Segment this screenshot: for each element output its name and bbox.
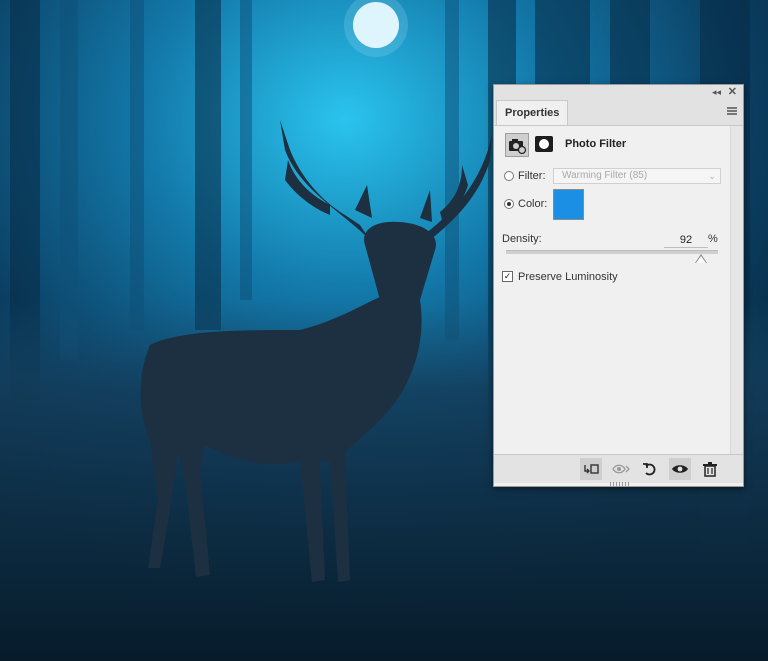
density-slider-track[interactable] — [506, 250, 718, 254]
chevron-down-icon: ⌄ — [708, 171, 716, 181]
filter-label: Filter: — [518, 170, 546, 182]
color-radio[interactable] — [504, 199, 514, 209]
filter-radio[interactable] — [504, 171, 514, 181]
density-slider-handle[interactable] — [695, 254, 708, 263]
density-input[interactable]: 92 — [664, 233, 708, 248]
color-label: Color: — [518, 198, 548, 210]
panel-tab-row: Properties — [494, 99, 743, 126]
resize-grip[interactable] — [610, 482, 630, 486]
properties-panel: ◂◂ ✕ Properties Photo Filter Filter: War… — [493, 84, 744, 487]
collapse-icon[interactable]: ◂◂ — [712, 85, 721, 99]
panel-scrollbar[interactable] — [730, 126, 743, 454]
preserve-luminosity-checkbox[interactable]: ✓ — [502, 271, 513, 282]
filter-select-value: Warming Filter (85) — [562, 170, 648, 181]
clip-to-layer-icon[interactable] — [580, 458, 602, 480]
adjustment-header: Photo Filter — [502, 133, 729, 157]
tab-properties[interactable]: Properties — [496, 100, 569, 125]
panel-bottom-toolbar — [494, 454, 743, 483]
toggle-visibility-icon[interactable] — [669, 458, 691, 480]
filter-select[interactable]: Warming Filter (85) ⌄ — [553, 168, 721, 184]
preserve-luminosity-label: Preserve Luminosity — [518, 271, 618, 283]
panel-titlebar[interactable]: ◂◂ ✕ — [494, 85, 743, 100]
reset-icon[interactable] — [639, 458, 661, 480]
close-icon[interactable]: ✕ — [728, 85, 737, 99]
density-label: Density: — [502, 233, 542, 245]
density-unit: % — [708, 233, 718, 245]
layer-mask-icon[interactable] — [535, 136, 553, 152]
panel-menu-icon[interactable] — [727, 107, 737, 115]
view-previous-icon[interactable] — [610, 458, 632, 480]
trash-icon[interactable] — [699, 458, 721, 480]
color-swatch[interactable] — [553, 189, 584, 220]
adjustment-title: Photo Filter — [565, 138, 627, 150]
adjustment-icon[interactable] — [505, 133, 529, 157]
